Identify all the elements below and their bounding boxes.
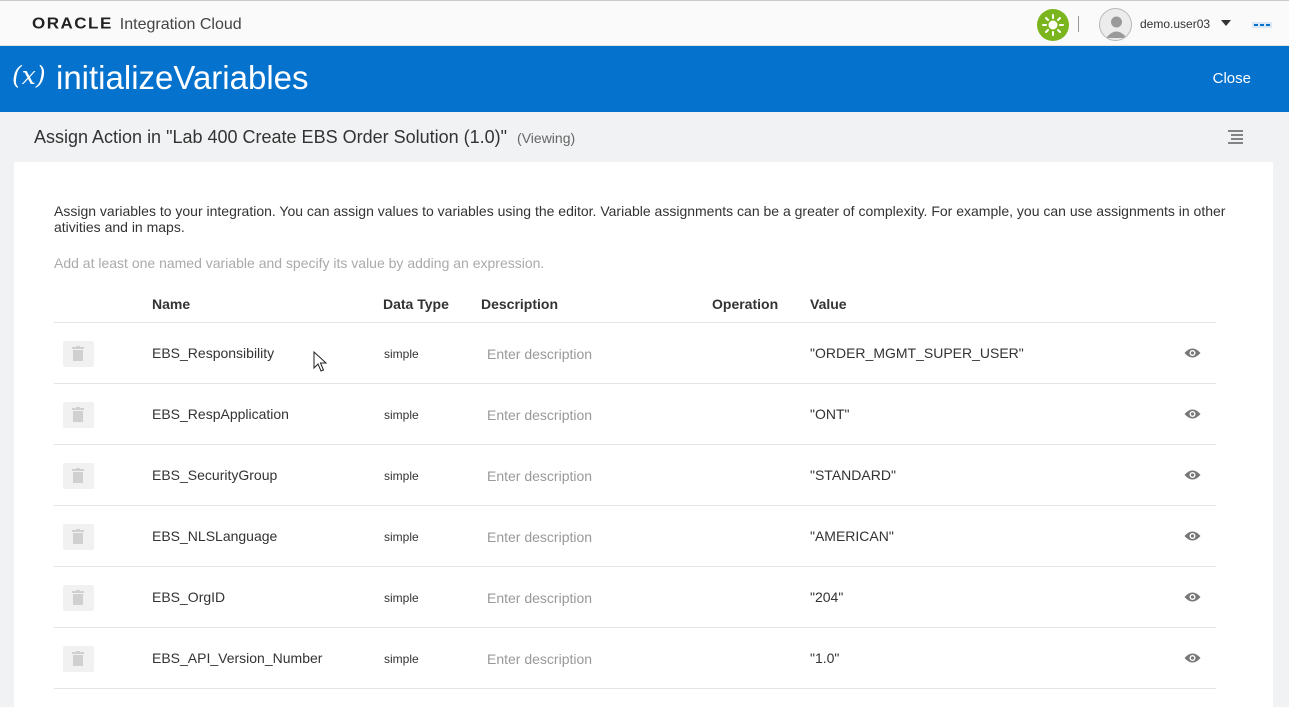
eye-icon[interactable] [1184, 530, 1201, 542]
variable-icon: (x) [12, 61, 46, 90]
table-row: EBS_NLSLanguage simple Enter description… [54, 506, 1216, 567]
table-row: EBS_SecurityGroup simple Enter descripti… [54, 445, 1216, 506]
variable-name: EBS_NLSLanguage [152, 528, 278, 544]
main-panel: Assign variables to your integration. Yo… [14, 162, 1273, 707]
delete-button[interactable] [63, 585, 94, 611]
trash-icon [72, 407, 84, 422]
variable-data-type: simple [384, 530, 419, 544]
view-mode-label: (Viewing) [517, 130, 576, 146]
hint-text: Add at least one named variable and spec… [54, 255, 545, 271]
page-title: initializeVariables [56, 59, 309, 96]
column-header-description: Description [481, 296, 559, 312]
delete-button[interactable] [63, 463, 94, 489]
variable-name: EBS_API_Version_Number [152, 650, 323, 666]
sun-icon[interactable] [1037, 9, 1069, 41]
variable-value[interactable]: "ORDER_MGMT_SUPER_USER" [810, 345, 1024, 361]
top-bar: ORACLE Integration Cloud demo.user03 [0, 0, 1289, 46]
delete-button[interactable] [63, 524, 94, 550]
column-header-data-type: Data Type [383, 296, 449, 312]
eye-icon[interactable] [1184, 652, 1201, 664]
caret-down-icon[interactable] [1220, 18, 1232, 28]
variable-name: EBS_SecurityGroup [152, 467, 278, 483]
brand: ORACLE Integration Cloud [32, 14, 242, 34]
description-input[interactable]: Enter description [487, 529, 592, 545]
eye-icon[interactable] [1184, 591, 1201, 603]
description-input[interactable]: Enter description [487, 651, 592, 667]
column-header-value: Value [810, 296, 847, 312]
variable-value[interactable]: "STANDARD" [810, 467, 896, 483]
delete-button[interactable] [63, 646, 94, 672]
action-title: Assign Action in "Lab 400 Create EBS Ord… [34, 127, 575, 148]
eye-icon[interactable] [1184, 408, 1201, 420]
description-input[interactable]: Enter description [487, 346, 592, 362]
user-avatar-icon[interactable] [1099, 8, 1132, 41]
trash-icon [72, 529, 84, 544]
variable-data-type: simple [384, 347, 419, 361]
more-menu-icon[interactable] [1252, 22, 1272, 28]
eye-icon[interactable] [1184, 347, 1201, 359]
description-text: Assign variables to your integration. Yo… [54, 203, 1226, 235]
table-row: EBS_OrgID simple Enter description "204" [54, 567, 1216, 628]
title-bar: (x) initializeVariables Close [0, 46, 1289, 112]
list-icon[interactable] [1227, 129, 1244, 145]
variable-data-type: simple [384, 408, 419, 422]
user-name[interactable]: demo.user03 [1140, 17, 1210, 31]
product-name: Integration Cloud [119, 16, 242, 33]
variable-value[interactable]: "204" [810, 589, 843, 605]
trash-icon [72, 346, 84, 361]
variable-name: EBS_OrgID [152, 589, 226, 605]
variable-name: EBS_Responsibility [152, 345, 275, 361]
table-row: EBS_API_Version_Number simple Enter desc… [54, 628, 1216, 689]
column-header-operation: Operation [712, 296, 779, 312]
variable-name: EBS_RespApplication [152, 406, 289, 422]
variable-value[interactable]: "1.0" [810, 650, 839, 666]
oracle-logo: ORACLE [32, 15, 113, 33]
delete-button[interactable] [63, 341, 94, 367]
action-title-text: Assign Action in "Lab 400 Create EBS Ord… [34, 127, 508, 147]
divider [1078, 16, 1079, 32]
description-input[interactable]: Enter description [487, 468, 592, 484]
table-row: EBS_RespApplication simple Enter descrip… [54, 384, 1216, 445]
delete-button[interactable] [63, 402, 94, 428]
cursor-pointer-icon [313, 351, 327, 372]
trash-icon [72, 468, 84, 483]
variable-data-type: simple [384, 591, 419, 605]
subheader: Assign Action in "Lab 400 Create EBS Ord… [0, 112, 1289, 162]
variable-value[interactable]: "AMERICAN" [810, 528, 894, 544]
column-header-name: Name [152, 296, 191, 312]
trash-icon [72, 651, 84, 666]
table-row: EBS_Responsibility simple Enter descript… [54, 323, 1216, 384]
close-button[interactable]: Close [1213, 70, 1251, 87]
trash-icon [72, 590, 84, 605]
description-input[interactable]: Enter description [487, 407, 592, 423]
eye-icon[interactable] [1184, 469, 1201, 481]
variable-value[interactable]: "ONT" [810, 406, 850, 422]
description-input[interactable]: Enter description [487, 590, 592, 606]
variable-data-type: simple [384, 469, 419, 483]
variable-data-type: simple [384, 652, 419, 666]
